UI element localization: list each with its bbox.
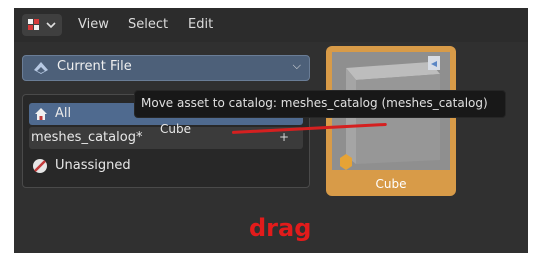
tooltip: Move asset to catalog: meshes_catalog (m… [134,90,506,118]
menu-select[interactable]: Select [128,17,168,32]
unassigned-icon [33,159,47,173]
asset-browser-window: View Select Edit Current File ⌵ All mesh… [14,8,528,253]
catalog-item-label: All [55,106,72,121]
drag-preview-label: Cube [160,122,191,136]
catalog-item-label: meshes_catalog* [31,130,143,145]
editor-type-button[interactable] [22,14,62,36]
chevron-down-icon: ⌵ [292,59,301,72]
library-icon [34,62,48,74]
library-dropdown[interactable]: Current File ⌵ [22,55,310,81]
catalog-item-unassigned[interactable]: Unassigned [29,155,303,177]
drag-annotation-text: drag [249,214,312,242]
menu-view[interactable]: View [78,17,109,32]
home-icon [35,108,47,120]
drop-plus-icon: + [279,130,290,144]
header-bar: View Select Edit [14,8,528,42]
asset-name: Cube [375,177,407,191]
asset-browser-icon [28,19,56,30]
asset-tile-cube[interactable]: Cube [326,46,456,196]
menu-edit[interactable]: Edit [188,17,213,32]
catalog-item-label: Unassigned [55,158,131,173]
library-dropdown-label: Current File [57,59,132,74]
tooltip-text: Move asset to catalog: meshes_catalog (m… [141,96,488,110]
